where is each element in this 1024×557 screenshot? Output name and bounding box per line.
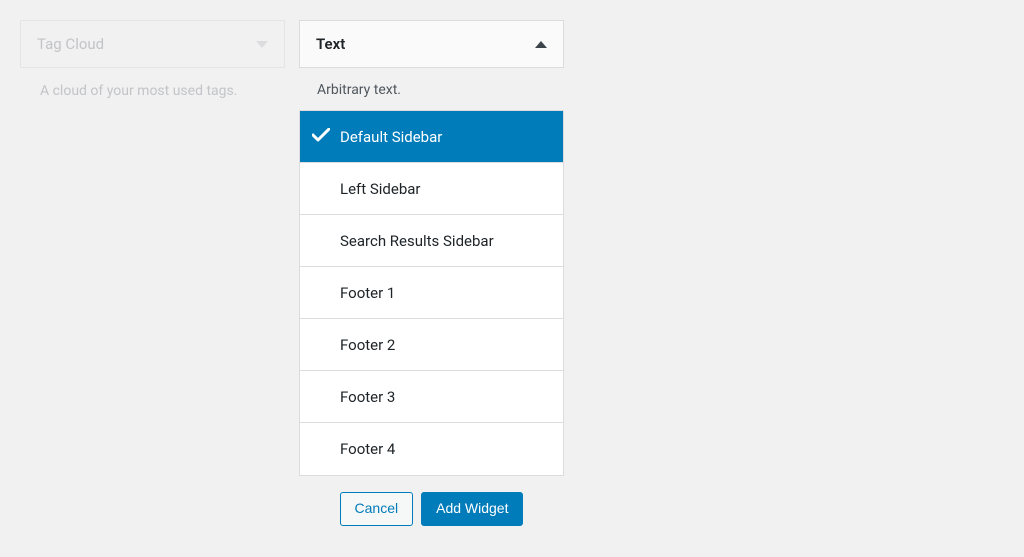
check-icon xyxy=(312,128,330,146)
area-option-left-sidebar[interactable]: Left Sidebar xyxy=(300,163,563,215)
chevron-up-icon xyxy=(535,41,547,48)
action-buttons: Cancel Add Widget xyxy=(299,492,564,526)
widget-description: A cloud of your most used tags. xyxy=(20,68,285,102)
area-label: Footer 4 xyxy=(340,440,395,458)
area-label: Default Sidebar xyxy=(340,128,442,146)
area-option-default-sidebar[interactable]: Default Sidebar xyxy=(300,111,563,163)
area-option-footer-3[interactable]: Footer 3 xyxy=(300,371,563,423)
area-option-footer-4[interactable]: Footer 4 xyxy=(300,423,563,475)
area-label: Footer 2 xyxy=(340,336,395,354)
sidebar-area-list: Default Sidebar Left Sidebar Search Resu… xyxy=(299,110,564,476)
widget-title: Tag Cloud xyxy=(37,35,104,53)
cancel-button[interactable]: Cancel xyxy=(340,492,414,526)
area-label: Footer 3 xyxy=(340,388,395,406)
area-option-search-results-sidebar[interactable]: Search Results Sidebar xyxy=(300,215,563,267)
add-widget-button[interactable]: Add Widget xyxy=(421,492,523,526)
area-label: Search Results Sidebar xyxy=(340,232,494,250)
widget-title: Text xyxy=(316,35,345,53)
area-label: Footer 1 xyxy=(340,284,395,302)
widget-description: Arbitrary text. xyxy=(299,68,564,110)
chevron-down-icon xyxy=(256,41,268,48)
area-option-footer-2[interactable]: Footer 2 xyxy=(300,319,563,371)
area-label: Left Sidebar xyxy=(340,180,421,198)
widget-text[interactable]: Text xyxy=(299,20,564,68)
widget-tag-cloud[interactable]: Tag Cloud xyxy=(20,20,285,68)
area-option-footer-1[interactable]: Footer 1 xyxy=(300,267,563,319)
